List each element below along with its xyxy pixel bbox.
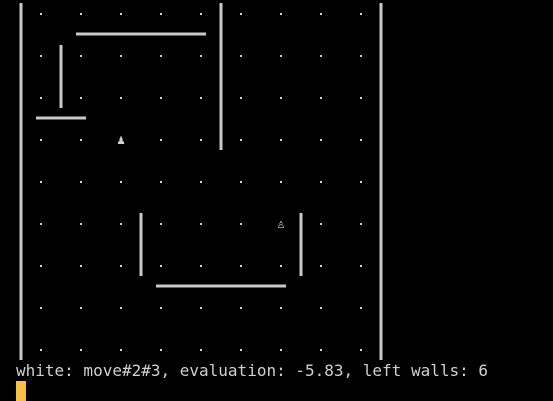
board-cell-dot — [240, 97, 242, 99]
board-cell-dot — [360, 139, 362, 141]
board-cell-dot — [240, 307, 242, 309]
board-cell-dot — [160, 307, 162, 309]
board-cell-dot — [160, 349, 162, 351]
board-cell-dot — [80, 55, 82, 57]
board-cell-dot — [240, 349, 242, 351]
board-cell-dot — [320, 265, 322, 267]
board-cell-dot — [240, 13, 242, 15]
board-cell-dot — [200, 349, 202, 351]
board-cell-dot — [320, 13, 322, 15]
board-cell-dot — [360, 265, 362, 267]
board-cell-dot — [280, 349, 282, 351]
board-cell-dot — [120, 349, 122, 351]
black-pawn: ♟ — [117, 133, 125, 148]
board-cell-dot — [120, 223, 122, 225]
board-cell-dot — [160, 139, 162, 141]
status-line: white: move#2#3, evaluation: -5.83, left… — [16, 361, 489, 380]
board-cell-dot — [320, 55, 322, 57]
board-cell-dot — [320, 139, 322, 141]
board-cell-dot — [200, 97, 202, 99]
board-cell-dot — [40, 265, 42, 267]
quoridor-board: ♟♙ — [19, 3, 383, 360]
board-cell-dot — [200, 139, 202, 141]
terminal-cursor — [16, 381, 26, 401]
board-cell-dot — [80, 265, 82, 267]
board-cell-dot — [200, 223, 202, 225]
board-cell-dot — [160, 223, 162, 225]
terminal-window: ♟ ♙ white: move#2#3, evaluation: -5.83, l… — [0, 0, 553, 401]
board-cell-dot — [80, 97, 82, 99]
board-cell-dot — [240, 181, 242, 183]
board-cell-dot — [240, 55, 242, 57]
board-cell-dot — [360, 55, 362, 57]
board-cell-dot — [280, 181, 282, 183]
board-cell-dot — [280, 55, 282, 57]
board-cell-dot — [280, 13, 282, 15]
board-cell-dot — [360, 97, 362, 99]
board-cell-dot — [280, 307, 282, 309]
board-cell-dot — [280, 97, 282, 99]
board-cell-dot — [320, 181, 322, 183]
board-cell-dot — [360, 181, 362, 183]
board-cell-dot — [200, 265, 202, 267]
board-cell-dot — [80, 307, 82, 309]
board-cell-dot — [40, 97, 42, 99]
board-cell-dot — [280, 139, 282, 141]
white-pawn: ♙ — [277, 217, 285, 232]
board-cell-dot — [200, 13, 202, 15]
board-cell-dot — [360, 307, 362, 309]
board-cell-dot — [240, 265, 242, 267]
board-cell-dot — [360, 349, 362, 351]
board-cell-dot — [120, 307, 122, 309]
board-cell-dot — [200, 55, 202, 57]
board-cell-dot — [120, 97, 122, 99]
board-cell-dot — [240, 223, 242, 225]
board-cell-dot — [200, 307, 202, 309]
board-cell-dot — [160, 55, 162, 57]
board-cell-dot — [200, 181, 202, 183]
board-cell-dot — [120, 265, 122, 267]
board-cell-dot — [40, 307, 42, 309]
board-cell-dot — [160, 13, 162, 15]
board-cell-dot — [40, 181, 42, 183]
board-cell-dot — [40, 349, 42, 351]
board-cell-dot — [160, 97, 162, 99]
board-cell-dot — [80, 13, 82, 15]
board-cell-dot — [80, 349, 82, 351]
board-cell-dot — [120, 181, 122, 183]
board-cell-dot — [40, 223, 42, 225]
board-cell-dot — [40, 55, 42, 57]
board-cell-dot — [360, 13, 362, 15]
board-cell-dot — [160, 265, 162, 267]
board-cell-dot — [320, 349, 322, 351]
board-cell-dot — [240, 139, 242, 141]
board-cell-dot — [360, 223, 362, 225]
board-cell-dot — [80, 139, 82, 141]
board-cell-dot — [80, 181, 82, 183]
board-cell-dot — [320, 223, 322, 225]
board-cell-dot — [320, 97, 322, 99]
board-cell-dot — [160, 181, 162, 183]
board-cell-dot — [80, 223, 82, 225]
board-cell-dot — [120, 13, 122, 15]
board-cell-dot — [320, 307, 322, 309]
board-cell-dot — [40, 13, 42, 15]
board-cell-dot — [40, 139, 42, 141]
board-cell-dot — [120, 55, 122, 57]
board-grid-dots — [40, 13, 362, 351]
board-cell-dot — [280, 265, 282, 267]
